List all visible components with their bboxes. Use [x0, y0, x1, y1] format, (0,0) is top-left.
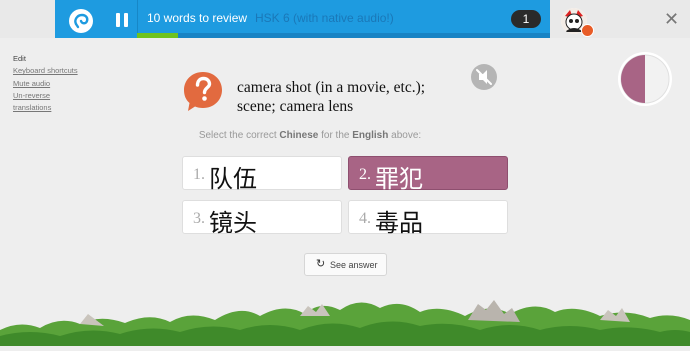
- choice-number: 3.: [193, 210, 205, 227]
- instruction-pre: Select the correct: [198, 130, 280, 141]
- choice-text: 毒品: [375, 209, 423, 237]
- prompt-line-1: camera shot (in a movie, etc.);: [237, 79, 426, 96]
- remaining-count-badge: 1: [511, 10, 541, 28]
- progress-bar-fill: [137, 33, 179, 38]
- prompt-text: camera shot (in a movie, etc.); scene; c…: [237, 78, 425, 116]
- instruction-post: above:: [388, 130, 422, 141]
- review-title: 10 words to review: [147, 11, 248, 25]
- avatar-badge: [581, 24, 594, 37]
- instruction-source-language: English: [352, 130, 389, 141]
- keyboard-shortcuts-link[interactable]: Keyboard shortcuts: [13, 65, 78, 77]
- choice-4[interactable]: 4. 毒品: [348, 200, 508, 237]
- choice-text: 镜头: [209, 209, 257, 237]
- un-reverse-link[interactable]: Un-reverse: [13, 90, 78, 102]
- side-links: Edit Keyboard shortcuts Mute audio Un-re…: [13, 53, 78, 114]
- refresh-icon: ↻: [316, 258, 326, 270]
- choice-number: 1.: [193, 166, 205, 183]
- mute-audio-link[interactable]: Mute audio: [13, 78, 78, 90]
- progress-bar: [137, 33, 550, 38]
- choice-2[interactable]: 2. 罪犯: [348, 156, 508, 193]
- choice-3[interactable]: 3. 镜头: [182, 200, 342, 237]
- choice-text: 罪犯: [375, 165, 423, 193]
- see-answer-button[interactable]: ↻ See answer: [304, 253, 387, 276]
- question-mark-icon: [182, 70, 224, 112]
- mute-audio-icon[interactable]: [471, 64, 497, 90]
- translations-link[interactable]: translations: [13, 102, 78, 114]
- instruction-mid: for the: [318, 130, 353, 141]
- choice-number: 4.: [359, 210, 371, 227]
- see-answer-label: See answer: [330, 260, 378, 270]
- pause-button[interactable]: [108, 3, 136, 35]
- logo-icon[interactable]: [69, 9, 93, 33]
- timer-pie: [617, 51, 673, 107]
- instruction-target-language: Chinese: [279, 130, 319, 141]
- pause-icon: [116, 13, 120, 27]
- landscape-illustration: [0, 290, 690, 346]
- pause-icon-bar: [124, 13, 128, 27]
- choice-1[interactable]: 1. 队伍: [182, 156, 342, 193]
- instruction-text: Select the correct Chinese for the Engli…: [0, 130, 620, 141]
- edit-label: Edit: [13, 54, 26, 63]
- choice-number: 2.: [359, 166, 371, 183]
- choice-text: 队伍: [209, 165, 257, 193]
- course-name: HSK 6 (with native audio!): [255, 11, 394, 25]
- close-icon[interactable]: ✕: [664, 10, 679, 28]
- prompt-line-2: scene; camera lens: [237, 98, 354, 115]
